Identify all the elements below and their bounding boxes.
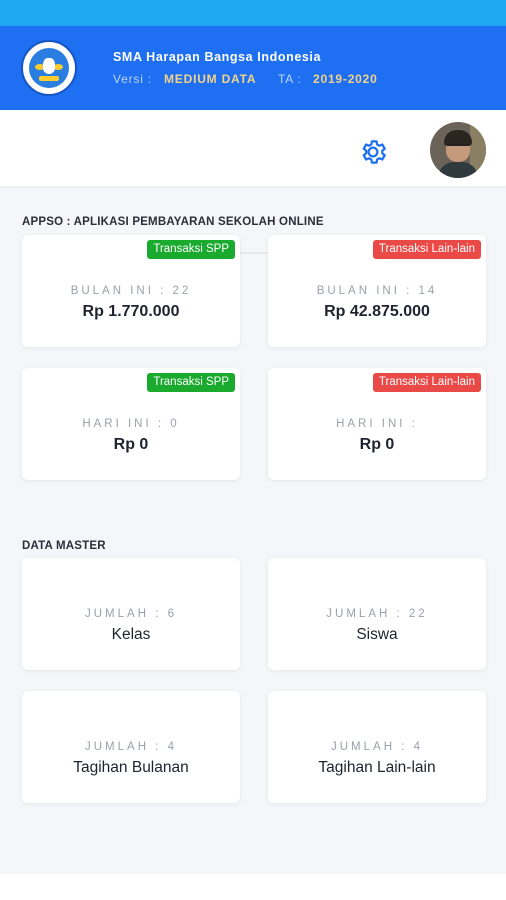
status-bar [0, 0, 506, 26]
card-value: Siswa [356, 626, 398, 643]
card-value: Rp 0 [113, 436, 149, 453]
version-value: MEDIUM DATA [164, 72, 257, 86]
spp-today-card[interactable]: Transaksi SPP HARI INI : 0 Rp 0 [22, 368, 240, 480]
card-value: Tagihan Lain-lain [318, 759, 436, 776]
tagihan-bulanan-card[interactable]: JUMLAH : 4 Tagihan Bulanan [22, 691, 240, 803]
user-avatar[interactable] [430, 122, 486, 178]
card-label: HARI INI : [336, 418, 418, 430]
card-label: JUMLAH : 4 [331, 741, 423, 753]
bottom-bar [0, 874, 506, 900]
version-label: Versi : [113, 72, 152, 86]
card-label: JUMLAH : 6 [85, 608, 177, 620]
card-label: BULAN INI : 22 [70, 285, 192, 297]
payments-section-title: APPSO : APLIKASI PEMBAYARAN SEKOLAH ONLI… [22, 216, 324, 228]
card-label: JUMLAH : 4 [85, 741, 177, 753]
card-value: Tagihan Bulanan [73, 759, 189, 776]
school-logo-icon [21, 40, 77, 96]
status-badge: Transaksi Lain-lain [372, 240, 481, 259]
siswa-card[interactable]: JUMLAH : 22 Siswa [268, 558, 486, 670]
school-name: SMA Harapan Bangsa Indonesia [113, 50, 322, 64]
card-label: JUMLAH : 22 [326, 608, 428, 620]
gear-icon[interactable] [358, 137, 388, 167]
year-value: 2019-2020 [313, 72, 378, 86]
app-header [0, 26, 506, 110]
master-section-title: DATA MASTER [22, 540, 106, 552]
status-badge: Transaksi SPP [147, 240, 235, 259]
other-month-card[interactable]: Transaksi Lain-lain BULAN INI : 14 Rp 42… [268, 235, 486, 347]
other-today-card[interactable]: Transaksi Lain-lain HARI INI : Rp 0 [268, 368, 486, 480]
card-value: Rp 1.770.000 [82, 303, 180, 320]
card-label: HARI INI : 0 [82, 418, 180, 430]
spp-month-card[interactable]: Transaksi SPP BULAN INI : 22 Rp 1.770.00… [22, 235, 240, 347]
card-value: Kelas [111, 626, 151, 643]
status-badge: Transaksi Lain-lain [372, 373, 481, 392]
tagihan-lain-card[interactable]: JUMLAH : 4 Tagihan Lain-lain [268, 691, 486, 803]
card-value: Rp 0 [359, 436, 395, 453]
year-label: TA : [278, 72, 302, 86]
status-badge: Transaksi SPP [147, 373, 235, 392]
card-label: BULAN INI : 14 [316, 285, 438, 297]
kelas-card[interactable]: JUMLAH : 6 Kelas [22, 558, 240, 670]
card-value: Rp 42.875.000 [324, 303, 430, 320]
